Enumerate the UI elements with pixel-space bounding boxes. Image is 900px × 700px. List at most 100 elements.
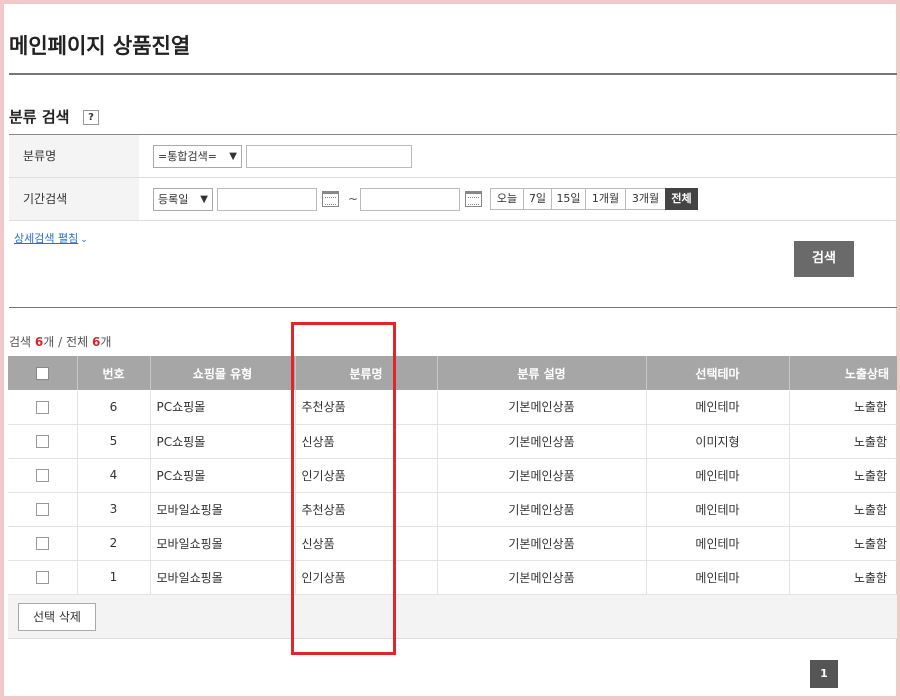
chevron-down-icon: ⌄ [80, 235, 88, 245]
row-status: 노출함 [788, 492, 897, 527]
table-row[interactable]: 6 PC쇼핑몰 추천상품 기본메인상품 메인테마 노출함 [8, 390, 897, 425]
row-number: 4 [76, 458, 150, 493]
search-button[interactable]: 검색 [794, 241, 854, 277]
column-header[interactable]: 선택테마 [645, 356, 789, 390]
table-header-row: 번호 쇼핑몰 유형 분류명 분류 설명 선택테마 노출상태 [8, 356, 897, 390]
table-row[interactable]: 1 모바일쇼핑몰 인기상품 기본메인상품 메인테마 노출함 [8, 560, 897, 595]
row-checkbox[interactable] [35, 435, 49, 448]
end-date-input[interactable] [360, 188, 460, 211]
table-row[interactable]: 4 PC쇼핑몰 인기상품 기본메인상품 메인테마 노출함 [8, 458, 897, 493]
row-select-cell [8, 492, 77, 527]
chevron-down-icon: ▼ [229, 151, 237, 162]
help-icon[interactable]: ? [83, 110, 99, 125]
detail-search-label: 상세검색 펼침 [14, 232, 79, 245]
row-description: 기본메인상품 [436, 560, 646, 595]
start-date-input[interactable] [217, 188, 317, 211]
period-row: 기간검색 등록일 ▼ ~ 오늘 7일 15일 1개월 3개월 전체 [9, 178, 897, 221]
row-description: 기본메인상품 [436, 492, 646, 527]
row-mall-type: 모바일쇼핑몰 [149, 526, 295, 561]
period-1m-button[interactable]: 1개월 [585, 188, 626, 210]
row-description: 기본메인상품 [436, 458, 646, 493]
period-7d-button[interactable]: 7일 [523, 188, 552, 210]
row-status: 노출함 [788, 560, 897, 595]
row-status: 노출함 [788, 390, 897, 425]
period-label: 기간검색 [9, 178, 139, 220]
calendar-icon[interactable] [465, 191, 482, 207]
category-select-value: =통합검색= [158, 150, 217, 163]
category-table: 번호 쇼핑몰 유형 분류명 분류 설명 선택테마 노출상태 6 PC쇼핑몰 추천… [8, 356, 897, 595]
category-select[interactable]: =통합검색= ▼ [153, 145, 242, 168]
period-all-button[interactable]: 전체 [665, 188, 698, 210]
column-header[interactable]: 분류 설명 [436, 356, 646, 390]
row-category-name[interactable]: 추천상품 [294, 390, 437, 425]
row-number: 1 [76, 560, 150, 595]
detail-search-toggle[interactable]: 상세검색 펼침 ⌄ [14, 230, 88, 246]
search-count-unit: 개 [43, 335, 55, 349]
table-row[interactable]: 2 모바일쇼핑몰 신상품 기본메인상품 메인테마 노출함 [8, 526, 897, 561]
row-description: 기본메인상품 [436, 526, 646, 561]
row-category-name[interactable]: 인기상품 [294, 560, 437, 595]
total-count-unit: 개 [100, 335, 112, 349]
period-3m-button[interactable]: 3개월 [625, 188, 666, 210]
chevron-down-icon: ▼ [200, 194, 208, 205]
row-select-cell [8, 424, 77, 459]
calendar-icon[interactable] [322, 191, 339, 207]
period-select[interactable]: 등록일 ▼ [153, 188, 213, 211]
section-title: 분류 검색 [9, 108, 70, 126]
search-count-label: 검색 [9, 335, 32, 349]
row-theme: 메인테마 [645, 458, 789, 493]
row-theme: 메인테마 [645, 560, 789, 595]
column-header[interactable]: 분류명 [294, 356, 437, 390]
row-category-name[interactable]: 신상품 [294, 424, 437, 459]
row-checkbox[interactable] [35, 537, 49, 550]
row-select-cell [8, 458, 77, 493]
select-all-checkbox[interactable] [35, 367, 49, 380]
row-theme: 메인테마 [645, 390, 789, 425]
column-header[interactable]: 노출상태 [788, 356, 897, 390]
delete-selected-button[interactable]: 선택 삭제 [18, 603, 96, 631]
row-description: 기본메인상품 [436, 390, 646, 425]
date-range-separator: ~ [348, 192, 359, 206]
row-checkbox[interactable] [35, 503, 49, 516]
category-label: 분류명 [9, 135, 139, 177]
row-status: 노출함 [788, 424, 897, 459]
row-mall-type: PC쇼핑몰 [149, 424, 295, 459]
row-category-name[interactable]: 추천상품 [294, 492, 437, 527]
row-checkbox[interactable] [35, 469, 49, 482]
count-divider: / [58, 335, 63, 349]
period-select-value: 등록일 [158, 193, 189, 206]
row-description: 기본메인상품 [436, 424, 646, 459]
result-count: 검색 6개 / 전체 6개 [9, 333, 111, 350]
period-15d-button[interactable]: 15일 [551, 188, 586, 210]
page-title: 메인페이지 상품진열 [9, 34, 191, 58]
period-today-button[interactable]: 오늘 [490, 188, 524, 210]
section-divider [9, 307, 897, 308]
row-select-cell [8, 560, 77, 595]
row-theme: 이미지형 [645, 424, 789, 459]
table-row[interactable]: 3 모바일쇼핑몰 추천상품 기본메인상품 메인테마 노출함 [8, 492, 897, 527]
column-header[interactable]: 쇼핑몰 유형 [149, 356, 295, 390]
select-all-header [8, 356, 77, 390]
column-header[interactable]: 번호 [76, 356, 150, 390]
row-theme: 메인테마 [645, 526, 789, 561]
row-status: 노출함 [788, 526, 897, 561]
row-select-cell [8, 526, 77, 561]
row-number: 2 [76, 526, 150, 561]
row-category-name[interactable]: 신상품 [294, 526, 437, 561]
row-number: 6 [76, 390, 150, 425]
category-search-input[interactable] [246, 145, 412, 168]
row-mall-type: PC쇼핑몰 [149, 458, 295, 493]
table-footer: 선택 삭제 [8, 595, 897, 639]
pagination-current-page[interactable]: 1 [810, 660, 838, 688]
table-row[interactable]: 5 PC쇼핑몰 신상품 기본메인상품 이미지형 노출함 [8, 424, 897, 459]
row-checkbox[interactable] [35, 571, 49, 584]
title-divider [9, 73, 897, 75]
row-mall-type: 모바일쇼핑몰 [149, 492, 295, 527]
row-category-name[interactable]: 인기상품 [294, 458, 437, 493]
total-count-label: 전체 [66, 335, 89, 349]
row-checkbox[interactable] [35, 400, 49, 414]
row-select-cell [8, 390, 77, 425]
row-number: 3 [76, 492, 150, 527]
row-number: 5 [76, 424, 150, 459]
row-status: 노출함 [788, 458, 897, 493]
